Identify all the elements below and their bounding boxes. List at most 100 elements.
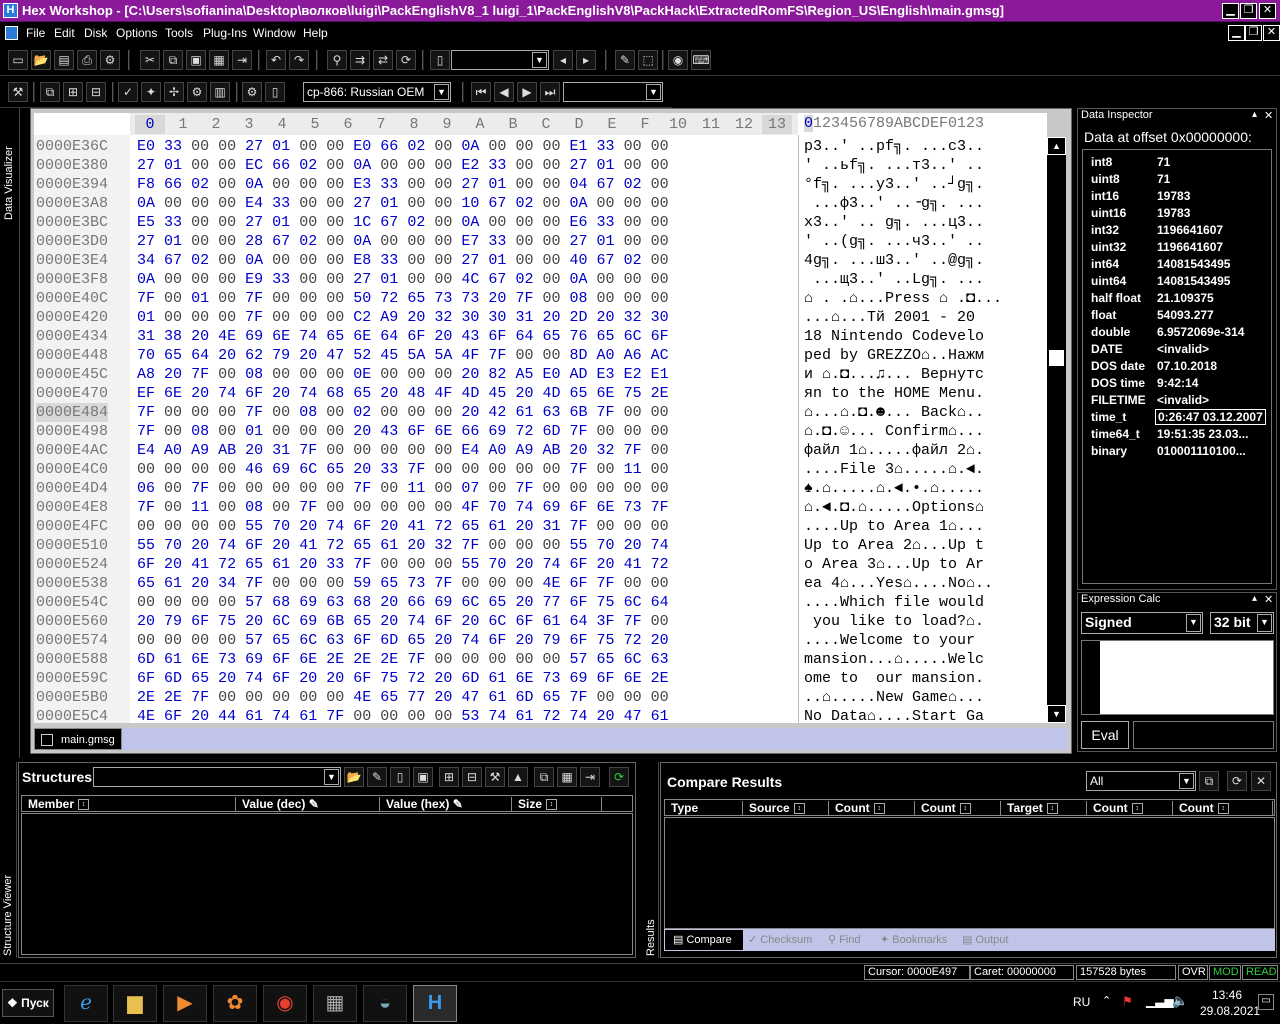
row-hex-bytes[interactable]: 06 00 7F 00 00 00 00 00 7F 00 11 00 07 0… [137, 479, 669, 498]
arrange-icon[interactable]: ✢ [164, 82, 184, 102]
data-visualizer-strip[interactable]: Data Visualizer [0, 108, 20, 758]
chrome-icon[interactable]: ◉ [263, 985, 307, 1022]
row-hex-bytes[interactable]: 6F 6D 65 20 74 6F 20 20 6F 75 72 20 6D 6… [137, 669, 669, 688]
uc-browser-icon[interactable]: ✿ [213, 985, 257, 1022]
close-button[interactable]: ✕ [1259, 3, 1276, 19]
structure-save-icon[interactable]: ▣ [413, 767, 433, 787]
inspector-row[interactable]: DOS time 9:42:14 [1087, 375, 1271, 392]
row-hex-bytes[interactable]: 00 00 00 00 57 68 69 63 68 20 66 69 6C 6… [137, 593, 669, 612]
flag-icon[interactable]: ⚑ [1122, 994, 1133, 1008]
save-icon[interactable]: ▤ [54, 50, 74, 70]
row-hex-bytes[interactable]: 4E 6F 20 44 61 74 61 7F 00 00 00 00 53 7… [137, 707, 669, 723]
doc-restore-button[interactable]: ❐ [1245, 25, 1262, 41]
operations-icon[interactable]: ✦ [141, 82, 161, 102]
structure-viewer-strip[interactable]: Structure Viewer [0, 762, 17, 958]
doc-close-button[interactable]: ✕ [1263, 25, 1280, 41]
row-hex-bytes[interactable]: 7F 00 01 00 7F 00 00 00 50 72 65 73 73 2… [137, 289, 669, 308]
inspector-value[interactable]: 14081543495 [1157, 257, 1230, 271]
inspector-value[interactable]: 9:42:14 [1157, 376, 1198, 390]
first-icon[interactable]: ⏮ [471, 82, 491, 102]
open-icon[interactable]: 📂 [31, 50, 51, 70]
row-ascii[interactable]: mansion...⌂.....Welc [804, 650, 984, 669]
inspector-value[interactable]: 21.109375 [1157, 291, 1214, 305]
structure-icon[interactable]: ⚙ [187, 82, 207, 102]
last-icon[interactable]: ⏭ [540, 82, 560, 102]
inspector-value[interactable]: 14081543495 [1157, 274, 1230, 288]
undo-icon[interactable]: ↶ [266, 50, 286, 70]
compare-options-icon[interactable]: ⧉ [1199, 771, 1219, 791]
menu-options[interactable]: Options [116, 26, 157, 40]
hex-row[interactable]: 0000E498 7F 00 08 00 01 00 00 00 20 43 6F… [34, 422, 1047, 441]
navigation-combo[interactable]: ▼ [563, 82, 663, 102]
compare-grid[interactable] [664, 817, 1275, 929]
cut-icon[interactable]: ✂ [140, 50, 160, 70]
refresh-icon[interactable]: ⟳ [396, 50, 416, 70]
eval-button[interactable]: Eval [1081, 721, 1129, 749]
find-icon[interactable]: ⚲ [327, 50, 347, 70]
row-hex-bytes[interactable]: 2E 2E 7F 00 00 00 00 00 4E 65 77 20 47 6… [137, 688, 669, 707]
row-ascii[interactable]: ♠.⌂.....⌂.◄.•.⌂..... [804, 479, 984, 498]
hex-row[interactable]: 0000E4E8 7F 00 11 00 08 00 7F 00 00 00 00… [34, 498, 1047, 517]
network-icon[interactable]: ▁▃▅ [1146, 994, 1174, 1008]
inspector-row[interactable]: uint8 71 [1087, 171, 1271, 188]
col-count-3[interactable]: Count ↕ [1087, 801, 1173, 816]
structure-paste-icon[interactable]: ▦ [557, 767, 577, 787]
hex-row[interactable]: 0000E574 00 00 00 00 57 65 6C 63 6F 6D 65… [34, 631, 1047, 650]
inspector-row[interactable]: DATE <invalid> [1087, 341, 1271, 358]
new-icon[interactable]: ▭ [8, 50, 28, 70]
inspector-row[interactable]: uint32 1196641607 [1087, 239, 1271, 256]
open-structure-icon[interactable]: 📂 [344, 767, 364, 787]
hex-editor[interactable]: 0 1 2 3 4 5 6 7 8 9 A B C D E F 10 11 12 13 0123456789ABCDE… [34, 113, 1047, 723]
row-hex-bytes[interactable]: 00 00 00 00 55 70 20 74 6F 20 41 72 65 6… [137, 517, 669, 536]
structures-grid[interactable] [21, 813, 633, 955]
hex-row[interactable]: 0000E45C A8 20 7F 00 08 00 00 00 0E 00 00… [34, 365, 1047, 384]
hex-row[interactable]: 0000E3D0 27 01 00 00 28 67 02 00 0A 00 00… [34, 232, 1047, 251]
delete-icon[interactable]: ⊟ [86, 82, 106, 102]
prev-icon[interactable]: ◀ [494, 82, 514, 102]
compare-refresh-icon[interactable]: ⟳ [1227, 771, 1247, 791]
hex-row[interactable]: 0000E560 20 79 6F 75 20 6C 69 6B 65 20 74… [34, 612, 1047, 631]
row-hex-bytes[interactable]: 34 67 02 00 0A 00 00 00 E8 33 00 00 27 0… [137, 251, 669, 270]
hex-row[interactable]: 0000E434 31 38 20 4E 69 6E 74 65 6E 64 6F… [34, 327, 1047, 346]
page-icon[interactable]: ▯ [265, 82, 285, 102]
row-hex-bytes[interactable]: E4 A0 A9 AB 20 31 7F 00 00 00 00 00 E4 A… [137, 441, 669, 460]
notification-icon[interactable]: ▭ [1258, 994, 1274, 1010]
row-hex-bytes[interactable]: 70 65 64 20 62 79 20 47 52 45 5A 5A 4F 7… [137, 346, 669, 365]
inspector-value[interactable]: 71 [1157, 155, 1170, 169]
inspector-row[interactable]: int16 19783 [1087, 188, 1271, 205]
keyboard-icon[interactable]: ⌨ [691, 50, 711, 70]
menu-edit[interactable]: Edit [54, 26, 75, 40]
explorer-icon[interactable]: ▆ [113, 985, 157, 1022]
results-label[interactable]: Results [645, 919, 657, 956]
minimize-button[interactable]: ▁ [1222, 3, 1239, 19]
row-hex-bytes[interactable]: 20 79 6F 75 20 6C 69 6B 65 20 74 6F 20 6… [137, 612, 669, 631]
hex-row[interactable]: 0000E470 EF 6E 20 74 6F 20 74 68 65 20 48… [34, 384, 1047, 403]
col-value-hex[interactable]: Value (hex) ✎ [380, 797, 512, 812]
data-visualizer-label[interactable]: Data Visualizer [3, 136, 15, 220]
next-icon[interactable]: ▶ [517, 82, 537, 102]
media-player-icon[interactable]: ▶ [163, 985, 207, 1022]
bookmark-next-icon[interactable]: ▸ [576, 50, 596, 70]
tab-checksum[interactable]: ✓ Checksum [748, 933, 812, 946]
row-ascii[interactable]: ome to our mansion. [804, 669, 984, 688]
row-ascii[interactable]: и ⌂.◘...♫... Вернутс [804, 365, 984, 384]
expression-input[interactable] [1081, 640, 1274, 715]
goto-icon[interactable]: ▯ [430, 50, 450, 70]
sign-select[interactable]: Signed ▼ [1081, 612, 1203, 634]
hex-workshop-icon[interactable]: H [3, 3, 18, 18]
menu-window[interactable]: Window [253, 26, 296, 40]
inspector-value[interactable]: 54093.277 [1157, 308, 1214, 322]
panel-close-icon[interactable]: ✕ [1264, 109, 1273, 122]
inspector-value[interactable]: 19783 [1157, 189, 1190, 203]
hex-row[interactable]: 0000E40C 7F 00 01 00 7F 00 00 00 50 72 65… [34, 289, 1047, 308]
row-hex-bytes[interactable]: 31 38 20 4E 69 6E 74 65 6E 64 6F 20 43 6… [137, 327, 669, 346]
hex-row[interactable]: 0000E59C 6F 6D 65 20 74 6F 20 20 6F 75 72… [34, 669, 1047, 688]
scroll-down-button[interactable]: ▼ [1047, 705, 1066, 723]
tray-chevron-icon[interactable]: ⌃ [1102, 994, 1111, 1007]
inspector-row[interactable]: DOS date 07.10.2018 [1087, 358, 1271, 375]
inspector-row[interactable]: int8 71 [1087, 154, 1271, 171]
row-hex-bytes[interactable]: 01 00 00 00 7F 00 00 00 C2 A9 20 32 30 3… [137, 308, 669, 327]
row-ascii[interactable]: файл 1⌂.....файл 2⌂. [804, 441, 984, 460]
hex-row[interactable]: 0000E420 01 00 00 00 7F 00 00 00 C2 A9 20… [34, 308, 1047, 327]
row-ascii[interactable]: Up to Area 2⌂...Up t [804, 536, 984, 555]
